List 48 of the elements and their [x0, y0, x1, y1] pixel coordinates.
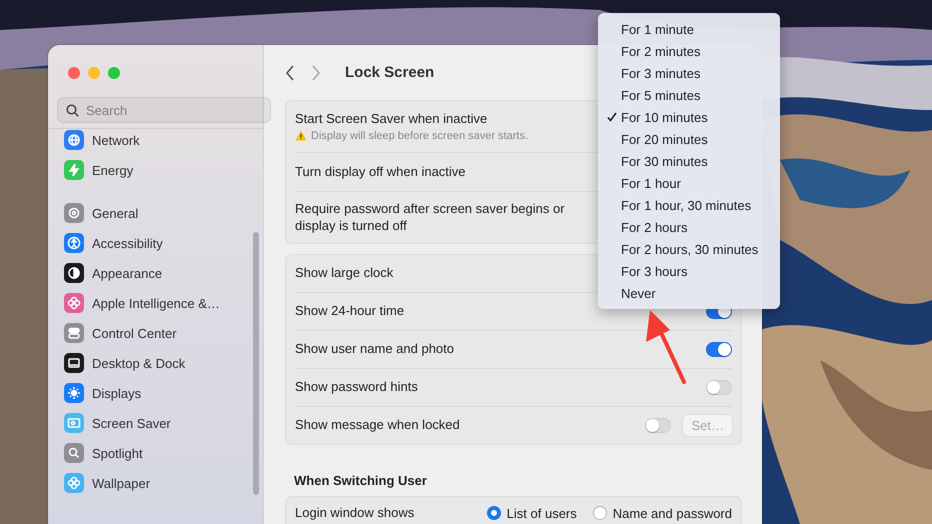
- page-title: Lock Screen: [345, 64, 434, 81]
- menu-item[interactable]: For 3 minutes: [598, 62, 780, 84]
- menu-item[interactable]: For 1 hour: [598, 172, 780, 194]
- setting-label: Require password after screen saver begins or display is turned off: [295, 201, 566, 234]
- menu-item[interactable]: For 20 minutes: [598, 128, 780, 150]
- menu-item[interactable]: Never: [598, 282, 780, 304]
- sidebar-item[interactable]: Displays: [64, 378, 263, 408]
- menu-item[interactable]: For 30 minutes: [598, 150, 780, 172]
- minimize-button[interactable]: [88, 67, 100, 79]
- warning-text: Display will sleep before screen saver starts.: [311, 130, 528, 142]
- sidebar-item[interactable]: Energy: [64, 155, 263, 185]
- toggle-switch[interactable]: [706, 380, 732, 395]
- setting-label: Show message when locked: [295, 417, 460, 434]
- menu-item[interactable]: For 3 hours: [598, 260, 780, 282]
- sidebar-item[interactable]: Apple Intelligence &…: [64, 288, 263, 318]
- section-title: When Switching User: [294, 473, 428, 488]
- sidebar-item[interactable]: Wallpaper: [64, 468, 263, 498]
- sidebar-item[interactable]: Screen Saver: [64, 408, 263, 438]
- toggle-switch[interactable]: [706, 342, 732, 357]
- menu-item[interactable]: For 2 hours, 30 minutes: [598, 238, 780, 260]
- setting-label: Start Screen Saver when inactive: [295, 111, 488, 128]
- search-icon: [66, 104, 79, 117]
- menu-item[interactable]: For 1 hour, 30 minutes: [598, 194, 780, 216]
- setting-label: Show user name and photo: [295, 341, 454, 358]
- setting-label: Show large clock: [295, 265, 394, 282]
- sidebar-item[interactable]: Desktop & Dock: [64, 348, 263, 378]
- menu-item[interactable]: For 2 minutes: [598, 40, 780, 62]
- sidebar-item[interactable]: Control Center: [64, 318, 263, 348]
- setting-label: Login window shows: [295, 504, 414, 522]
- sidebar-item[interactable]: Appearance: [64, 258, 263, 288]
- sidebar-item[interactable]: Accessibility: [64, 228, 263, 258]
- sidebar-item[interactable]: Spotlight: [64, 438, 263, 468]
- setting-label: Turn display off when inactive: [295, 164, 466, 180]
- forward-icon[interactable]: [311, 64, 321, 80]
- warning-icon: [295, 130, 307, 142]
- sidebar-item[interactable]: General: [64, 198, 263, 228]
- menu-item[interactable]: For 2 hours: [598, 216, 780, 238]
- zoom-button[interactable]: [108, 67, 120, 79]
- menu-item[interactable]: For 1 minute: [598, 18, 780, 40]
- menu-item[interactable]: For 5 minutes: [598, 84, 780, 106]
- setting-label: Show password hints: [295, 379, 418, 396]
- menu-item[interactable]: For 10 minutes: [598, 106, 780, 128]
- sidebar-item[interactable]: Network: [64, 129, 263, 155]
- back-icon[interactable]: [285, 64, 295, 80]
- radio-button[interactable]: List of users: [486, 506, 577, 520]
- setting-label: Show 24-hour time: [295, 303, 404, 320]
- radio-button[interactable]: Name and password: [592, 506, 732, 520]
- close-button[interactable]: [68, 67, 80, 79]
